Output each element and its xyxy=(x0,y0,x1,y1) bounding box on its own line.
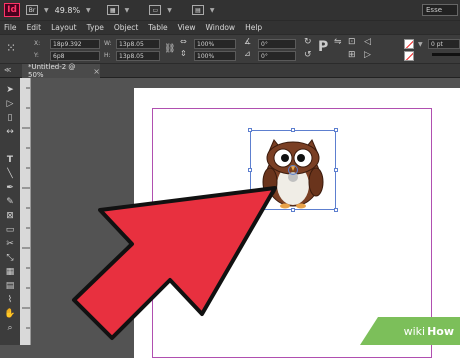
flip-icon[interactable]: ⇋ xyxy=(334,37,342,47)
type-tool-icon[interactable]: T xyxy=(4,154,16,166)
indesign-logo: Id xyxy=(4,3,20,17)
x-position-field[interactable]: 18p9.392 xyxy=(50,39,100,49)
page-tool-icon[interactable]: ▯ xyxy=(4,112,16,124)
zoom-tool-icon[interactable]: ⌕ xyxy=(4,322,16,334)
chevron-down-icon[interactable]: ▼ xyxy=(418,41,423,48)
rotate-counterclockwise-icon[interactable]: ↺ xyxy=(304,50,312,60)
arrange-documents-icon[interactable]: ▤ xyxy=(191,5,204,15)
ruler-ticks xyxy=(22,87,30,329)
resize-handle-bottom-middle[interactable] xyxy=(291,208,295,212)
rotation-angle-icon: ∡ xyxy=(244,37,252,46)
workspace-switcher[interactable]: Esse xyxy=(422,4,458,16)
height-field[interactable]: 13p8.05 xyxy=(116,51,160,61)
document-tab-bar: ≪ *Untitled-2 @ 50% × xyxy=(0,63,460,79)
paragraph-icon[interactable]: P xyxy=(318,39,328,55)
zoom-level[interactable]: 49.8% xyxy=(55,6,80,15)
select-previous-icon[interactable]: ▷ xyxy=(364,50,371,60)
rotation-angle-field[interactable]: 0° xyxy=(258,39,296,49)
view-options-icon[interactable]: ▦ xyxy=(106,5,119,15)
chevron-down-icon[interactable]: ▼ xyxy=(167,7,172,14)
watermark-how-text: How xyxy=(427,324,454,338)
reference-point-icon[interactable]: ⁙ xyxy=(6,41,16,55)
resize-handle-bottom-right[interactable] xyxy=(334,208,338,212)
select-container-icon[interactable]: ⊡ xyxy=(348,37,356,47)
resize-handle-right-middle[interactable] xyxy=(334,168,338,172)
application-bar: Id Br ▼ 49.8% ▼ ▦ ▼ ▭ ▼ ▤ ▼ Esse xyxy=(0,0,460,20)
vertical-ruler[interactable] xyxy=(20,78,31,345)
stroke-none-swatch[interactable] xyxy=(404,51,414,61)
y-position-field[interactable]: 6p8 xyxy=(50,51,100,61)
chevron-down-icon[interactable]: ▼ xyxy=(86,7,91,14)
h-label: H: xyxy=(104,52,111,59)
pencil-tool-icon[interactable]: ✎ xyxy=(4,196,16,208)
selection-tool-icon[interactable]: ➤ xyxy=(4,84,16,96)
menu-type[interactable]: Type xyxy=(87,23,104,32)
fill-none-swatch[interactable] xyxy=(404,39,414,49)
resize-handle-top-middle[interactable] xyxy=(291,128,295,132)
resize-handle-top-left[interactable] xyxy=(248,128,252,132)
gap-tool-icon[interactable]: ↔ xyxy=(4,126,16,138)
pointer-arrow xyxy=(72,186,277,340)
chevron-down-icon[interactable]: ▼ xyxy=(125,7,130,14)
y-label: Y: xyxy=(34,52,39,59)
close-icon[interactable]: × xyxy=(93,67,100,76)
menu-table[interactable]: Table xyxy=(148,23,167,32)
resize-handle-top-right[interactable] xyxy=(334,128,338,132)
chevron-down-icon[interactable]: ▼ xyxy=(44,7,49,14)
menu-window[interactable]: Window xyxy=(205,23,235,32)
menu-bar: File Edit Layout Type Object Table View … xyxy=(0,20,460,34)
line-tool-icon[interactable]: ╲ xyxy=(4,168,16,180)
scissors-tool-icon[interactable]: ✂ xyxy=(4,238,16,250)
width-field[interactable]: 13p8.05 xyxy=(116,39,160,49)
content-grabber-icon[interactable] xyxy=(288,165,298,175)
scale-y-field[interactable]: 100% xyxy=(194,51,236,61)
watermark-wiki-text: wiki xyxy=(403,324,426,338)
scale-x-field[interactable]: 100% xyxy=(194,39,236,49)
select-next-icon[interactable]: ◁ xyxy=(364,37,371,47)
gradient-tool-icon[interactable]: ▦ xyxy=(4,266,16,278)
document-tab-title: *Untitled-2 @ 50% xyxy=(28,63,76,79)
shear-angle-icon: ⊿ xyxy=(244,49,251,58)
constrain-proportions-icon[interactable]: ⛓ xyxy=(164,44,175,54)
x-label: X: xyxy=(34,40,41,47)
rectangle-frame-tool-icon[interactable]: ⊠ xyxy=(4,210,16,222)
rectangle-tool-icon[interactable]: ▭ xyxy=(4,224,16,236)
tools-panel: ➤ ▷ ▯ ↔ T ╲ ✒ ✎ ⊠ ▭ ✂ ⤡ ▦ ▤ ⌇ ✋ ⌕ xyxy=(0,78,21,345)
menu-view[interactable]: View xyxy=(178,23,196,32)
collapse-panel-icon[interactable]: ≪ xyxy=(4,66,11,74)
menu-help[interactable]: Help xyxy=(245,23,262,32)
chevron-down-icon[interactable]: ▼ xyxy=(210,7,215,14)
free-transform-tool-icon[interactable]: ⤡ xyxy=(4,252,16,264)
pen-tool-icon[interactable]: ✒ xyxy=(4,182,16,194)
bridge-button[interactable]: Br xyxy=(26,5,38,15)
screen-mode-icon[interactable]: ▭ xyxy=(149,5,162,15)
resize-handle-left-middle[interactable] xyxy=(248,168,252,172)
control-panel: ⁙ X: 18p9.392 Y: 6p8 W: 13p8.05 H: 13p8.… xyxy=(0,34,460,64)
eyedropper-tool-icon[interactable]: ⌇ xyxy=(4,294,16,306)
select-content-icon[interactable]: ⊞ xyxy=(348,50,356,60)
scale-y-icon: ⇕ xyxy=(180,49,187,58)
menu-edit[interactable]: Edit xyxy=(27,23,42,32)
w-label: W: xyxy=(104,40,112,47)
hand-tool-icon[interactable]: ✋ xyxy=(4,308,16,320)
direct-selection-tool-icon[interactable]: ▷ xyxy=(4,98,16,110)
stroke-type-preview[interactable] xyxy=(432,53,460,56)
stroke-weight-field[interactable]: 0 pt xyxy=(428,39,460,49)
menu-layout[interactable]: Layout xyxy=(51,23,77,32)
scale-x-icon: ⇔ xyxy=(180,37,187,46)
shear-angle-field[interactable]: 0° xyxy=(258,51,296,61)
rotate-clockwise-icon[interactable]: ↻ xyxy=(304,37,312,47)
document-tab[interactable]: *Untitled-2 @ 50% × xyxy=(22,63,100,79)
menu-file[interactable]: File xyxy=(4,23,17,32)
note-tool-icon[interactable]: ▤ xyxy=(4,280,16,292)
menu-object[interactable]: Object xyxy=(114,23,138,32)
